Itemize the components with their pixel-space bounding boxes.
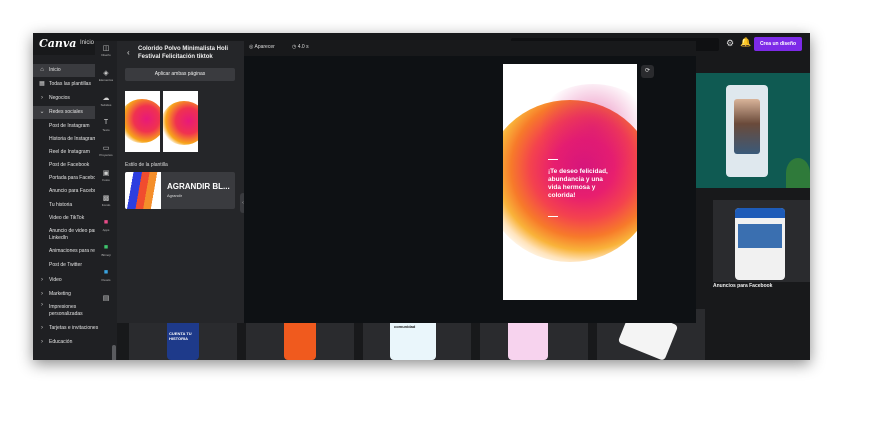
phone-preview [726,85,768,177]
more-icon: ▤ [102,295,110,302]
template-page-thumb-1[interactable] [125,91,160,152]
home-icon: ⌂ [40,67,44,73]
rail-item-proyectos[interactable]: ▭ Proyectos [95,144,117,157]
phone-preview [735,208,785,280]
back-chevron-icon[interactable]: ‹ [127,48,130,57]
template-panel: ‹ Colorido Polvo Minimalista Holi Festiv… [117,41,244,323]
canva-logo[interactable]: Canva [39,37,76,50]
divider-top [548,159,558,160]
chevron-right-icon: › [41,277,43,283]
bell-icon[interactable]: 🔔 [740,37,751,48]
apps-icon: ■ [103,219,109,226]
chevron-right-icon: › [41,325,43,331]
app-window: Anuncios para Facebook CUENTA TU HISTORI… [33,33,810,360]
chevron-right-icon: › [41,95,43,101]
editor-tool-rail: ◫ Diseño ◈ Elementos ☁ Subidos T Texto ▭ Proy… [95,41,117,323]
page-comment-icon[interactable]: ⟳ [641,65,654,78]
sidebar-item-tarjetas[interactable]: › Tarjetas e invitaciones [33,322,117,335]
rail-item-subidos[interactable]: ☁ Subidos [95,94,117,107]
person-photo [734,99,760,154]
divider-bottom [548,216,558,217]
color-splash [163,101,198,145]
chevron-right-icon: › [41,302,43,308]
ad-image [738,224,782,248]
card-cuenta-text: CUENTA TU HISTORIA [169,331,192,341]
sidebar-scrollbar[interactable] [112,345,116,360]
ad-header [735,208,785,218]
cloud-upload-icon: ☁ [102,95,110,102]
folder-icon: ▭ [102,145,110,152]
template-style-card[interactable]: AGRANDIR BL... Agrandir [125,172,235,209]
editor-workspace: ◎ Aparecer ◷ 4.0 s ¡Te deseo felicidad, … [244,41,696,323]
apply-both-pages-button[interactable]: Aplicar ambas páginas [125,68,235,81]
rail-item-fotos[interactable]: ▣ Fotos [95,169,117,182]
template-card-facebook-ads[interactable] [713,200,810,282]
rail-item-texto[interactable]: T Texto [95,119,117,132]
gear-icon[interactable]: ⚙ [726,38,734,49]
chevron-right-icon: › [41,339,43,345]
text-icon: T [103,119,109,126]
rail-item-apps[interactable]: ■ Apps [95,219,117,232]
style-font-name: AGRANDIR BL... [167,182,230,191]
style-stripes [125,172,161,209]
rail-item-bitmoji[interactable]: ■ Bitmoji [95,244,117,257]
rail-item-pexels[interactable]: ■ Pexels [95,269,117,282]
template-page-thumb-2[interactable] [163,91,198,152]
color-splash [125,99,160,143]
create-design-button[interactable]: Crea un diseño [754,37,802,51]
chevron-down-icon: ⌄ [39,109,45,115]
layout-icon: ◫ [102,45,110,52]
rail-item-more[interactable]: ▤ [95,294,117,303]
image-icon: ▣ [102,170,110,177]
animate-button[interactable]: ◎ Aparecer [249,44,275,50]
pattern-icon: ▩ [102,195,110,202]
shapes-icon: ◈ [103,70,109,77]
top-nav-home[interactable]: Inicio [80,40,94,46]
rail-item-elementos[interactable]: ◈ Elementos [95,69,117,82]
chevron-right-icon: › [41,291,43,297]
duration-button[interactable]: ◷ 4.0 s [292,44,309,50]
template-title: Colorido Polvo Minimalista Holi Festival… [138,46,229,60]
editor-toolbar: ◎ Aparecer ◷ 4.0 s [244,41,696,56]
grid-icon: ▦ [39,81,45,87]
bitmoji-icon: ■ [103,244,109,251]
rail-item-diseno[interactable]: ◫ Diseño [95,44,117,57]
template-style-label: Estilo de la plantilla [125,162,168,168]
canvas-greeting-text[interactable]: ¡Te deseo felicidad, abundancia y una vi… [548,168,610,200]
sidebar-item-educacion[interactable]: › Educación [33,336,117,349]
template-card-teal[interactable] [696,73,810,188]
pexels-icon: ■ [103,269,109,276]
design-canvas[interactable]: ¡Te deseo felicidad, abundancia y una vi… [503,64,637,300]
facebook-ads-label[interactable]: Anuncios para Facebook [713,283,772,289]
plant-decoration [786,158,810,188]
style-font-sub: Agrandir [167,193,183,198]
rail-item-fondo[interactable]: ▩ Fondo [95,194,117,207]
